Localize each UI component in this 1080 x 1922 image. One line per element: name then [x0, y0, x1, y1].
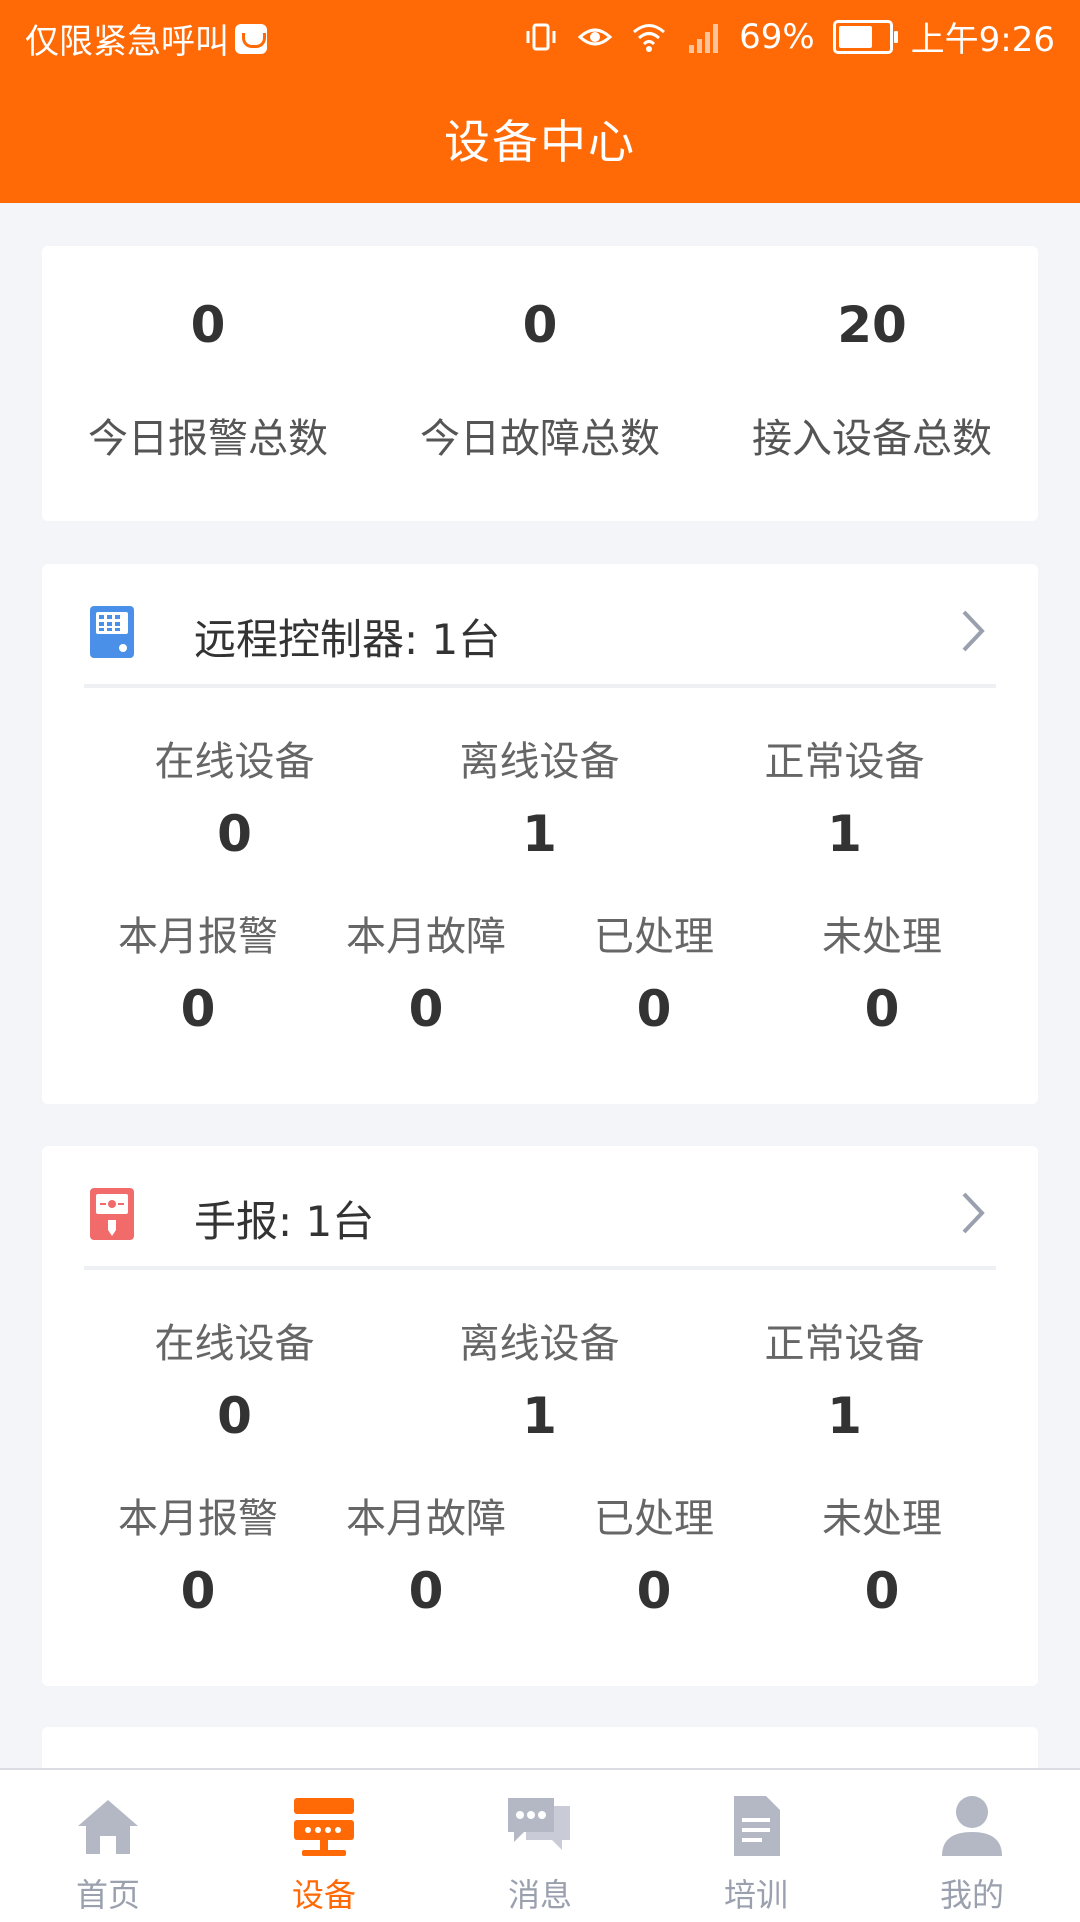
- summary-alarm-total: 0 今日报警总数: [42, 246, 374, 521]
- huawei-badge-icon: [235, 23, 267, 54]
- stat-value: 0: [408, 980, 444, 1038]
- stat-value: 1: [522, 1387, 557, 1445]
- summary-value: 0: [190, 296, 226, 354]
- status-bar: 仅限紧急呼叫 69% 上午9:26: [0, 0, 1080, 76]
- summary-fault-total: 0 今日故障总数: [374, 246, 706, 521]
- stat-value: 0: [636, 1562, 672, 1620]
- summary-value: 0: [522, 296, 558, 354]
- stat-normal: 正常设备 1: [692, 729, 997, 863]
- stat-online: 在线设备 0: [82, 729, 387, 863]
- message-icon: [508, 1798, 570, 1850]
- stat-label: 本月故障: [346, 1496, 506, 1542]
- vibrate-icon: [526, 23, 556, 50]
- carrier-text: 仅限紧急呼叫: [25, 22, 229, 62]
- stat-label: 本月报警: [118, 1496, 278, 1542]
- carrier-status: 仅限紧急呼叫: [25, 14, 267, 63]
- nav-label: 设备: [291, 1876, 356, 1914]
- nav-message[interactable]: 消息: [432, 1770, 648, 1922]
- page-title: 设备中心: [444, 115, 636, 169]
- stat-normal: 正常设备 1: [692, 1311, 997, 1445]
- stat-label: 正常设备: [764, 1321, 925, 1367]
- device-card-remote-controller[interactable]: 远程控制器: 1台 在线设备 0 离线设备 1 正常设备 1 本月报警 0 本月…: [42, 564, 1038, 1104]
- stat-label: 本月报警: [118, 914, 278, 960]
- stat-value: 0: [180, 1562, 216, 1620]
- wifi-icon: [633, 23, 666, 52]
- nav-profile[interactable]: 我的: [864, 1770, 1080, 1922]
- stat-label: 已处理: [594, 914, 714, 960]
- stat-label: 已处理: [594, 1496, 714, 1542]
- stat-month-alarm: 本月报警 0: [84, 1486, 312, 1620]
- stat-value: 0: [217, 1387, 252, 1445]
- stat-month-fault: 本月故障 0: [312, 1486, 540, 1620]
- training-icon: [734, 1796, 780, 1856]
- bottom-nav: 首页 设备 消息 培训 我的: [0, 1768, 1080, 1922]
- app-header: 仅限紧急呼叫 69% 上午9:26 设备中心: [0, 0, 1080, 203]
- stat-value: 0: [217, 805, 252, 863]
- nav-label: 我的: [939, 1876, 1004, 1914]
- manual-alarm-icon: [90, 1188, 134, 1240]
- stat-value: 0: [408, 1562, 444, 1620]
- stat-handled: 已处理 0: [540, 904, 768, 1038]
- status-indicators: 69% 上午9:26: [523, 12, 1055, 61]
- stat-unhandled: 未处理 0: [768, 904, 996, 1038]
- summary-device-total: 20 接入设备总数: [706, 246, 1038, 521]
- summary-value: 20: [837, 296, 907, 354]
- stat-value: 0: [864, 980, 900, 1038]
- stat-value: 0: [864, 1562, 900, 1620]
- stat-month-alarm: 本月报警 0: [84, 904, 312, 1038]
- device-title: 远程控制器: 1台: [194, 615, 501, 664]
- nav-label: 培训: [723, 1876, 788, 1914]
- nav-training[interactable]: 培训: [648, 1770, 864, 1922]
- profile-icon: [942, 1796, 1002, 1856]
- battery-icon: [832, 19, 898, 54]
- stat-label: 在线设备: [154, 739, 315, 785]
- device-card-header[interactable]: 手报: 1台: [84, 1176, 996, 1270]
- eye-icon: [577, 28, 613, 45]
- stat-label: 未处理: [822, 1496, 942, 1542]
- stat-label: 在线设备: [154, 1321, 315, 1367]
- battery-percent: 69%: [739, 16, 815, 57]
- nav-label: 消息: [507, 1876, 572, 1914]
- stat-value: 0: [180, 980, 216, 1038]
- remote-controller-icon: [90, 606, 134, 658]
- stat-label: 离线设备: [459, 739, 620, 785]
- chevron-right-icon[interactable]: [958, 606, 988, 656]
- device-card-header[interactable]: 远程控制器: 1台: [84, 594, 996, 688]
- chevron-right-icon[interactable]: [958, 1188, 988, 1238]
- summary-label: 今日故障总数: [420, 416, 660, 462]
- stat-month-fault: 本月故障 0: [312, 904, 540, 1038]
- nav-device[interactable]: 设备: [216, 1770, 432, 1922]
- stat-label: 本月故障: [346, 914, 506, 960]
- stat-online: 在线设备 0: [82, 1311, 387, 1445]
- stat-label: 未处理: [822, 914, 942, 960]
- home-icon: [78, 1800, 138, 1854]
- stat-value: 1: [827, 1387, 862, 1445]
- stat-unhandled: 未处理 0: [768, 1486, 996, 1620]
- stat-label: 正常设备: [764, 739, 925, 785]
- stat-offline: 离线设备 1: [387, 1311, 692, 1445]
- status-time: 上午9:26: [910, 20, 1055, 60]
- summary-card: 0 今日报警总数 0 今日故障总数 20 接入设备总数: [42, 246, 1038, 521]
- nav-label: 首页: [75, 1876, 140, 1914]
- summary-label: 接入设备总数: [752, 416, 992, 462]
- summary-label: 今日报警总数: [88, 416, 328, 462]
- device-title: 手报: 1台: [194, 1197, 375, 1246]
- signal-icon: [689, 23, 719, 53]
- stat-handled: 已处理 0: [540, 1486, 768, 1620]
- device-card-manual-alarm[interactable]: 手报: 1台 在线设备 0 离线设备 1 正常设备 1 本月报警 0 本月故障 …: [42, 1146, 1038, 1686]
- nav-home[interactable]: 首页: [0, 1770, 216, 1922]
- stat-label: 离线设备: [459, 1321, 620, 1367]
- stat-value: 0: [636, 980, 672, 1038]
- device-icon: [294, 1798, 354, 1856]
- stat-value: 1: [827, 805, 862, 863]
- stat-value: 1: [522, 805, 557, 863]
- stat-offline: 离线设备 1: [387, 729, 692, 863]
